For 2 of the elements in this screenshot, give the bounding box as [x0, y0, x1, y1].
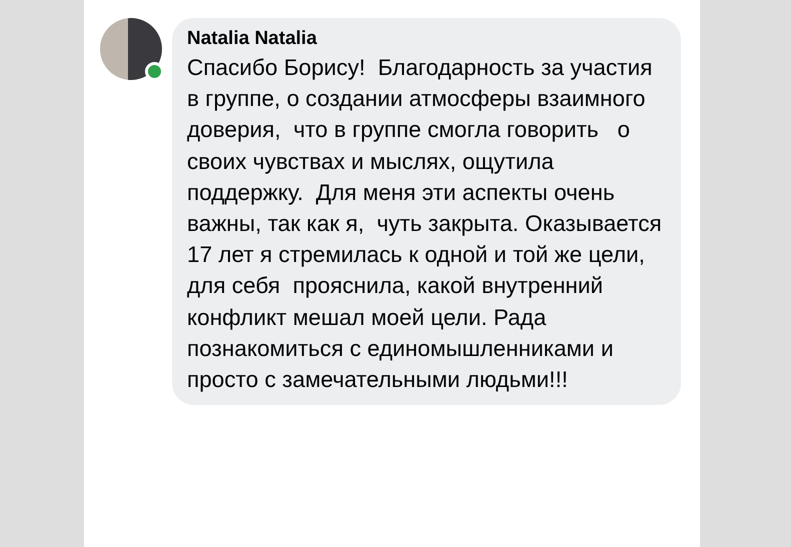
comment-text: Спасибо Борису! Благодарность за участия в группе, о создании атмосферы взаимного доверия, что в группе смогла говорить о своих чувствах и мыслях, ощутила поддержку. Для меня эти аспекты очень важны, так как я, чуть закрыта. Оказывается 17 лет я стремилась к одной и той же цели, для себя прояснила, какой внутренний конфликт мешал моей цели. Рада познакомиться с единомышленниками и просто с замечательными людьми!!! [187, 54, 663, 394]
author-name[interactable]: Natalia Natalia [187, 28, 667, 50]
